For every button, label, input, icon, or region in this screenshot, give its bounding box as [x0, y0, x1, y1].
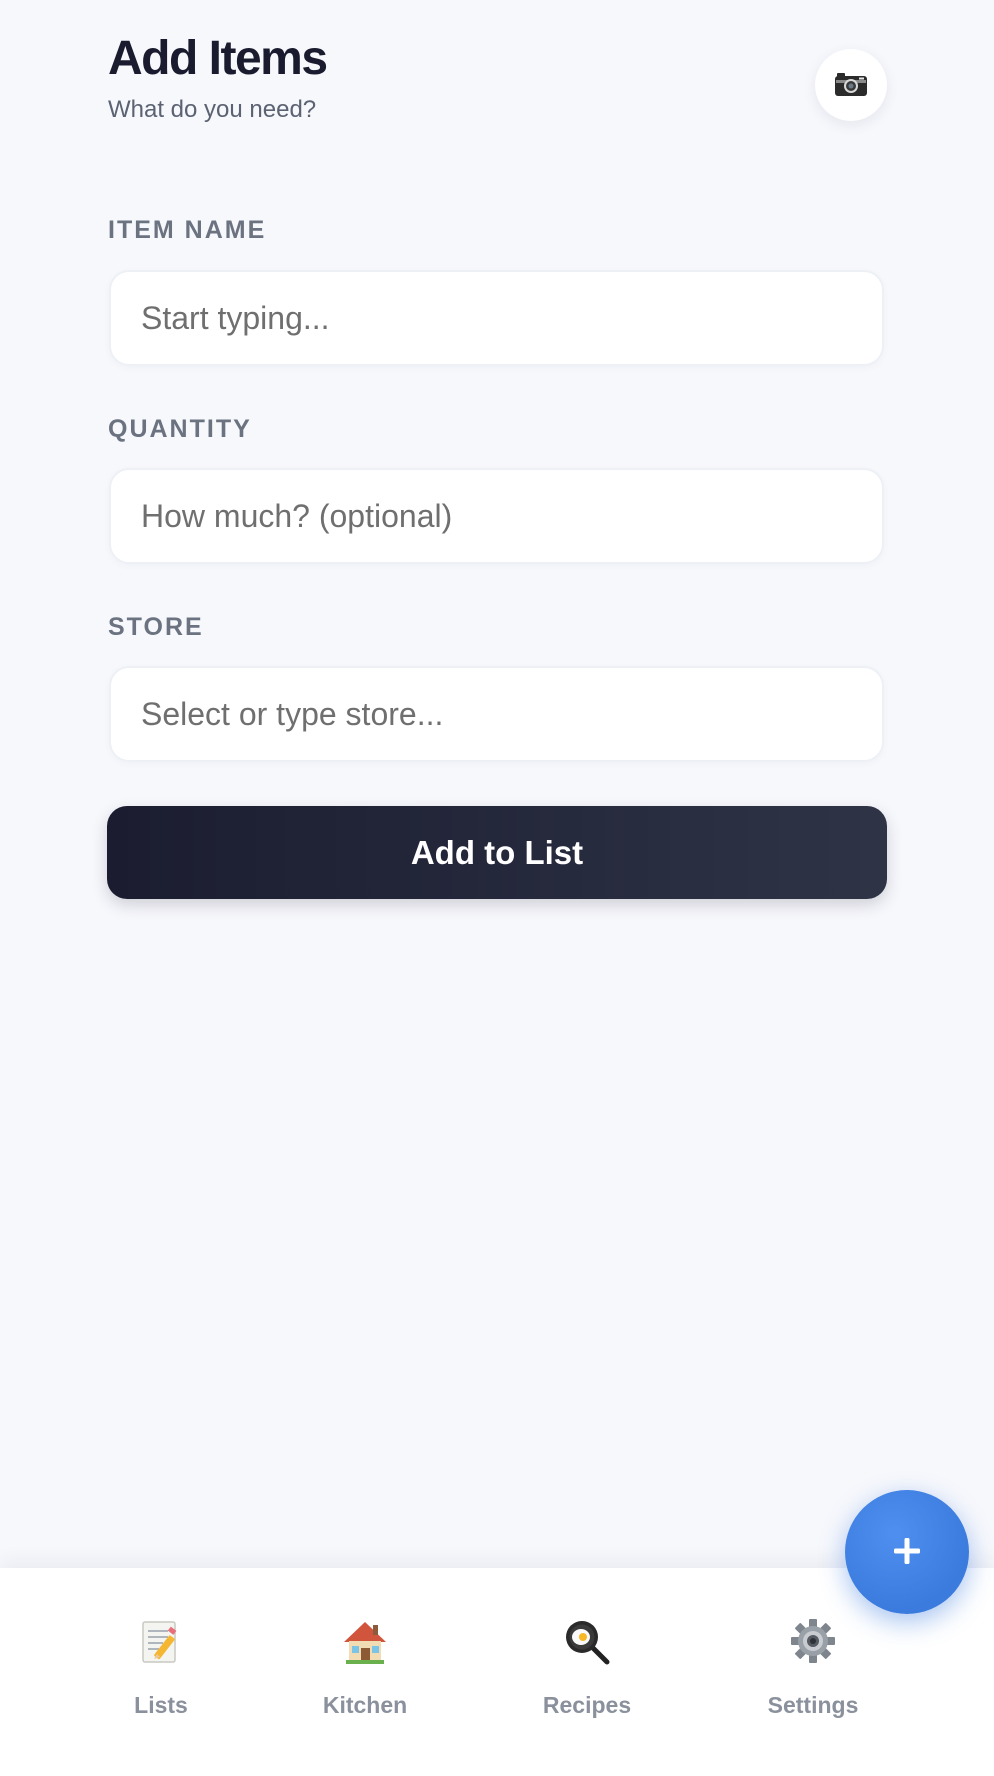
plus-icon — [892, 1536, 922, 1569]
memo-icon — [81, 1618, 241, 1674]
nav-label-settings: Settings — [767, 1692, 859, 1718]
add-to-list-button[interactable]: Add to List — [107, 806, 887, 899]
page-title: Add Items — [108, 32, 328, 85]
nav-item-settings[interactable]: Settings — [733, 1618, 893, 1719]
nav-label-kitchen: Kitchen — [322, 1692, 408, 1718]
frying-pan-icon — [507, 1618, 667, 1674]
house-icon — [285, 1618, 445, 1674]
store-label: STORE — [108, 613, 204, 641]
add-fab-button[interactable] — [845, 1490, 969, 1614]
quantity-label: QUANTITY — [108, 415, 252, 443]
item-name-label: ITEM NAME — [108, 216, 267, 244]
add-items-screen: Add Items What do you need? ITEM NAME QU… — [0, 0, 994, 1776]
nav-item-kitchen[interactable]: Kitchen — [285, 1618, 445, 1719]
gear-icon — [733, 1618, 893, 1674]
nav-item-recipes[interactable]: Recipes — [507, 1618, 667, 1719]
store-input[interactable] — [109, 666, 884, 762]
bottom-nav: Lists Kitchen Recipes Settings — [0, 1568, 994, 1776]
item-name-input[interactable] — [109, 270, 884, 366]
nav-label-recipes: Recipes — [542, 1692, 632, 1718]
nav-item-lists[interactable]: Lists — [81, 1618, 241, 1719]
camera-icon — [834, 71, 868, 100]
page-header: Add Items What do you need? — [108, 30, 328, 124]
quantity-input[interactable] — [109, 468, 884, 564]
page-subtitle: What do you need? — [108, 96, 317, 123]
nav-label-lists: Lists — [134, 1692, 188, 1718]
camera-button[interactable] — [815, 49, 887, 121]
